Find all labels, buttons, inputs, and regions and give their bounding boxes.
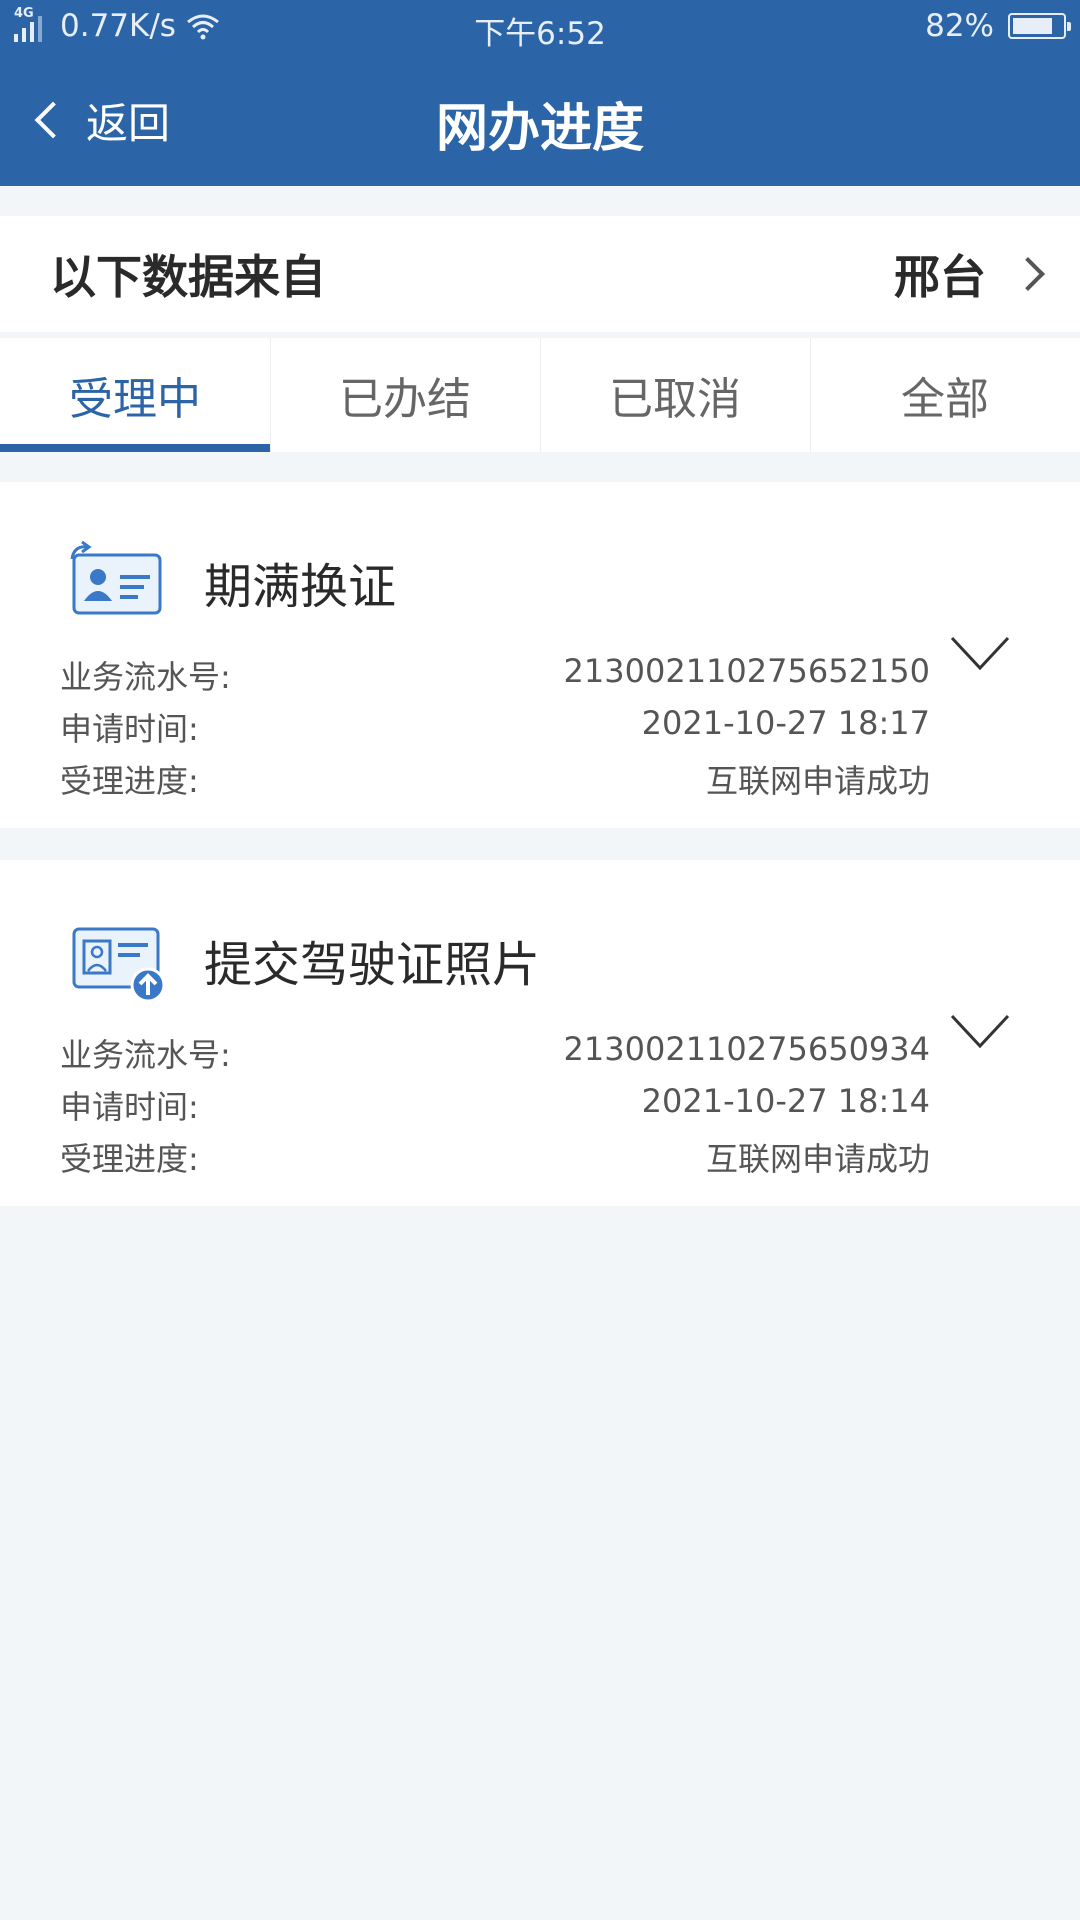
chevron-right-icon — [1011, 257, 1045, 291]
id-card-renew-icon — [70, 540, 162, 615]
battery-icon — [1008, 13, 1071, 39]
battery-percent: 82% — [925, 8, 994, 44]
tab-cancelled[interactable]: 已取消 — [540, 338, 810, 452]
status-right: 82% — [925, 8, 1071, 44]
status-time: 下午6:52 — [474, 16, 606, 52]
battery-level — [1013, 18, 1053, 34]
apply-time-label: 申请时间: — [60, 710, 199, 748]
apply-time-value: 2021-10-27 18:17 — [641, 704, 930, 742]
tab-processing[interactable]: 受理中 — [0, 338, 270, 452]
status-tabs: 受理中 已办结 已取消 全部 — [0, 338, 1080, 452]
status-bar: 4G 0.77K/s 下午6:52 82% — [0, 0, 1080, 54]
apply-time-label: 申请时间: — [60, 1088, 199, 1126]
record-header: 期满换证 — [60, 537, 396, 627]
data-source-label: 以下数据来自 — [50, 250, 326, 304]
data-source-row: 以下数据来自 邢台 — [0, 216, 1080, 332]
serial-number-label: 业务流水号: — [60, 658, 231, 696]
serial-number-row: 业务流水号: 213002110275650934 — [60, 1030, 930, 1076]
progress-value: 互联网申请成功 — [705, 1140, 930, 1178]
apply-time-row: 申请时间: 2021-10-27 18:14 — [60, 1082, 930, 1128]
serial-number-row: 业务流水号: 213002110275652150 — [60, 652, 930, 698]
app-header: 4G 0.77K/s 下午6:52 82% 返回 网办进度 — [0, 0, 1080, 186]
record-card[interactable]: 提交驾驶证照片 业务流水号: 213002110275650934 申请时间: … — [0, 860, 1080, 1206]
chevron-down-icon[interactable] — [950, 634, 1010, 674]
record-title: 提交驾驶证照片 — [204, 937, 541, 993]
serial-number-label: 业务流水号: — [60, 1036, 231, 1074]
apply-time-row: 申请时间: 2021-10-27 18:17 — [60, 704, 930, 750]
tab-all[interactable]: 全部 — [810, 338, 1080, 452]
progress-value: 互联网申请成功 — [705, 762, 930, 800]
chevron-down-icon[interactable] — [950, 1012, 1010, 1052]
progress-label: 受理进度: — [60, 1140, 199, 1178]
photo-upload-icon — [72, 927, 166, 1003]
progress-label: 受理进度: — [60, 762, 199, 800]
serial-number-value: 213002110275650934 — [563, 1030, 930, 1068]
serial-number-value: 213002110275652150 — [563, 652, 930, 690]
city-name: 邢台 — [894, 250, 986, 304]
record-title: 期满换证 — [204, 559, 397, 615]
progress-row: 受理进度: 互联网申请成功 — [60, 1134, 930, 1180]
record-card[interactable]: 期满换证 业务流水号: 213002110275652150 申请时间: 202… — [0, 482, 1080, 828]
apply-time-value: 2021-10-27 18:14 — [641, 1082, 930, 1120]
progress-row: 受理进度: 互联网申请成功 — [60, 756, 930, 802]
record-header: 提交驾驶证照片 — [60, 915, 540, 1005]
city-selector[interactable]: 邢台 — [894, 241, 1045, 307]
page-title: 网办进度 — [435, 99, 644, 159]
tab-completed[interactable]: 已办结 — [270, 338, 540, 452]
